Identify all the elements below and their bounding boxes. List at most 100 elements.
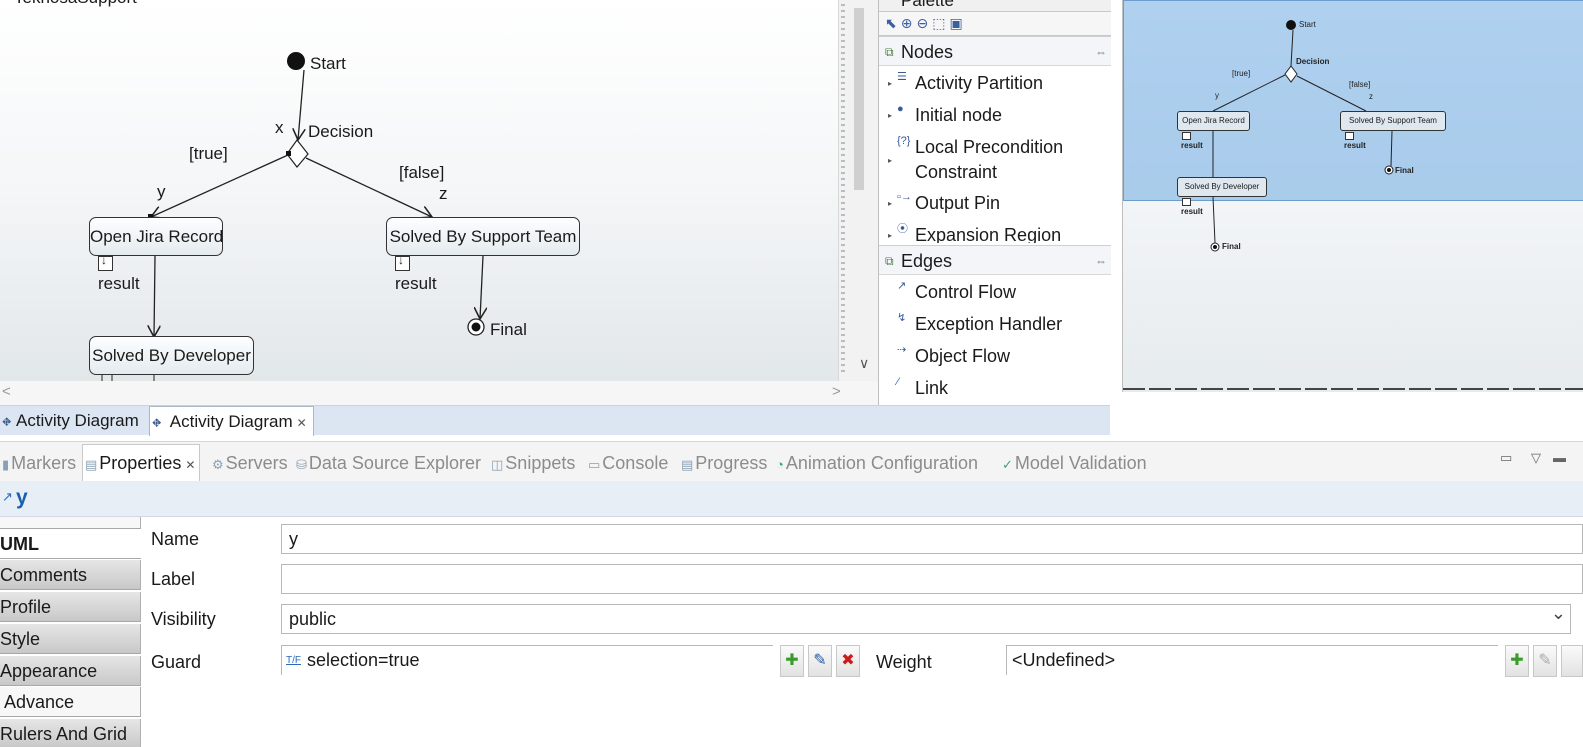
object-flow-icon: ⇢ [897,344,907,356]
overview-start-label: Start [1299,20,1316,29]
solved-by-developer-node[interactable]: Solved By Developer [89,336,254,375]
expand-icon: ▸ [888,199,893,208]
close-icon[interactable]: ✕ [297,416,307,430]
overview-final-label: Final [1222,242,1241,251]
palette-drawer-edges[interactable]: ⧉ Edges ⇔ [879,245,1111,275]
output-pin-icon[interactable] [395,253,410,271]
diagram-horizontal-scrollbar[interactable]: < > [0,381,878,405]
scroll-left-icon[interactable]: < [2,383,11,400]
palette-item-object-flow[interactable]: ⇢ Object Flow [879,344,1111,369]
start-label: Start [310,54,346,73]
overview-z-label: z [1369,92,1373,101]
overview-final-label: Final [1395,166,1414,175]
remove-weight-button[interactable] [1561,645,1583,677]
tab-model-validation[interactable]: ✓ Model Validation [1002,450,1147,476]
remove-guard-button[interactable]: ✖ [836,645,860,677]
initial-node [287,52,305,70]
output-pin-icon[interactable] [98,253,113,271]
tab-rulers-and-grid[interactable]: Rulers And Grid [0,719,141,747]
expand-icon: ▸ [888,156,893,165]
exception-handler-icon: ↯ [897,312,907,324]
pin-drawer-icon[interactable]: ⇔ [1095,37,1107,67]
overview-open-jira-node: Open Jira Record [1177,111,1250,131]
palette-toolbar: ⬉⊕⊖⬚▣ [879,12,1111,36]
tab-markers[interactable]: ▮ Markers [2,450,76,476]
editor-tab-activity-diagram-2[interactable]: ⛖ Activity Diagram ✕ [149,406,314,436]
nodes-drawer-icon: ⧉ [885,45,894,59]
label-field[interactable] [281,564,1583,594]
diagram-vertical-scrollbar[interactable]: ∨ [838,0,878,381]
diagram-edges [101,52,838,381]
false-guard-label: [false] [399,163,445,182]
minimize-icon[interactable]: ▬ [1553,450,1566,465]
palette-item-exception-handler[interactable]: ↯ Exception Handler [879,312,1111,337]
tab-snippets[interactable]: ◫ Snippets [491,450,575,476]
palette-item-control-flow[interactable]: ↗ Control Flow [879,280,1111,305]
x-label: x [275,118,284,137]
result-label: result [395,274,437,293]
tab-style[interactable]: Style [0,624,141,654]
edit-weight-button[interactable]: ✎ [1533,645,1557,677]
tab-properties[interactable]: ▤ Properties ✕ [82,444,201,482]
tab-comments[interactable]: Comments [0,560,141,590]
scroll-thumb[interactable] [854,8,864,190]
edit-guard-button[interactable]: ✎ [808,645,832,677]
editor-tab-activity-diagram-1[interactable]: ⛖ Activity Diagram [0,406,145,436]
close-icon[interactable]: ✕ [185,458,195,472]
weight-field[interactable]: <Undefined> [1006,645,1498,675]
scroll-down-icon[interactable]: ∨ [859,355,869,372]
visibility-select[interactable]: public [281,599,1571,634]
pin-drawer-icon[interactable]: ⇔ [1095,246,1107,276]
name-field[interactable]: y [281,524,1583,554]
overview-result-label: result [1344,141,1366,150]
palette-item-initial-node[interactable]: ▸ ● Initial node [879,103,1111,128]
tab-advance[interactable]: Advance [0,687,141,717]
tab-servers[interactable]: ⚙ Servers [212,450,288,476]
marquee-tool-icon[interactable]: ⬚ [932,15,949,31]
tab-profile[interactable]: Profile [0,592,141,622]
name-label: Name [151,529,200,549]
solved-by-support-team-node[interactable]: Solved By Support Team [386,217,580,256]
tab-data-source-explorer[interactable]: ⛁ Data Source Explorer [296,450,481,476]
open-console-icon[interactable]: ▭ [1500,450,1512,466]
view-menu-icon[interactable]: ▽ [1531,450,1541,466]
zoom-out-icon[interactable]: ⊖ [916,15,932,31]
editor-tab-bar: ⛖ Activity Diagram ⛖ Activity Diagram ✕ [0,405,1110,436]
add-weight-button[interactable]: ✚ [1505,645,1529,677]
initial-node-icon: ● [897,103,904,115]
tab-appearance[interactable]: Appearance [0,656,141,686]
palette-item-output-pin[interactable]: ▸ ▫→ Output Pin [879,191,1111,216]
overview-result-label: result [1181,207,1203,216]
open-jira-record-node[interactable]: Open Jira Record [89,217,223,256]
palette-item-activity-partition[interactable]: ▸ ☰ Activity Partition [879,71,1111,96]
true-guard-label: [true] [189,144,228,163]
result-label: result [98,274,140,293]
add-guard-button[interactable]: ✚ [780,645,804,677]
zoom-in-icon[interactable]: ⊕ [901,15,917,31]
properties-title-bar: ↗ y [0,481,1583,517]
tab-animation-configuration[interactable]: ◔ Animation Configuration [776,450,978,476]
palette-item-link[interactable]: ⁄ Link [879,376,1111,401]
palette-drawer-nodes[interactable]: ⧉ Nodes ⇔ [879,36,1111,66]
note-tool-icon[interactable]: ▣ [949,15,966,31]
tab-uml[interactable]: UML [0,529,141,559]
tab-console[interactable]: ▭ Console [588,450,668,476]
select-tool-icon[interactable]: ⬉ [885,15,901,31]
tab-progress[interactable]: ▤ Progress [681,450,767,476]
expand-icon: ▸ [888,231,893,240]
servers-icon: ⚙ [212,457,224,472]
overview-y-label: y [1215,91,1219,100]
properties-title: y [16,486,28,509]
guard-field[interactable]: T/F selection=true [281,645,773,675]
overview-false-label: [false] [1349,80,1371,89]
scroll-right-icon[interactable]: > [832,383,841,400]
markers-icon: ▮ [2,457,10,472]
palette-item-expansion-region[interactable]: ▸ ⦿ Expansion Region [879,223,1111,243]
diagram-canvas[interactable]: TeknosaSupport Start x Decision [true] [… [0,0,838,381]
expand-icon: ▸ [888,79,893,88]
link-icon: ⁄ [897,376,899,388]
diagram-overview[interactable]: Start Decision [true] [false] y z Open J… [1122,0,1583,392]
console-icon: ▭ [588,457,601,472]
control-flow-icon: ↗ [897,280,907,292]
palette-item-local-precondition-constraint[interactable]: ▸ {?} Local Precondition Constraint [879,135,1111,185]
